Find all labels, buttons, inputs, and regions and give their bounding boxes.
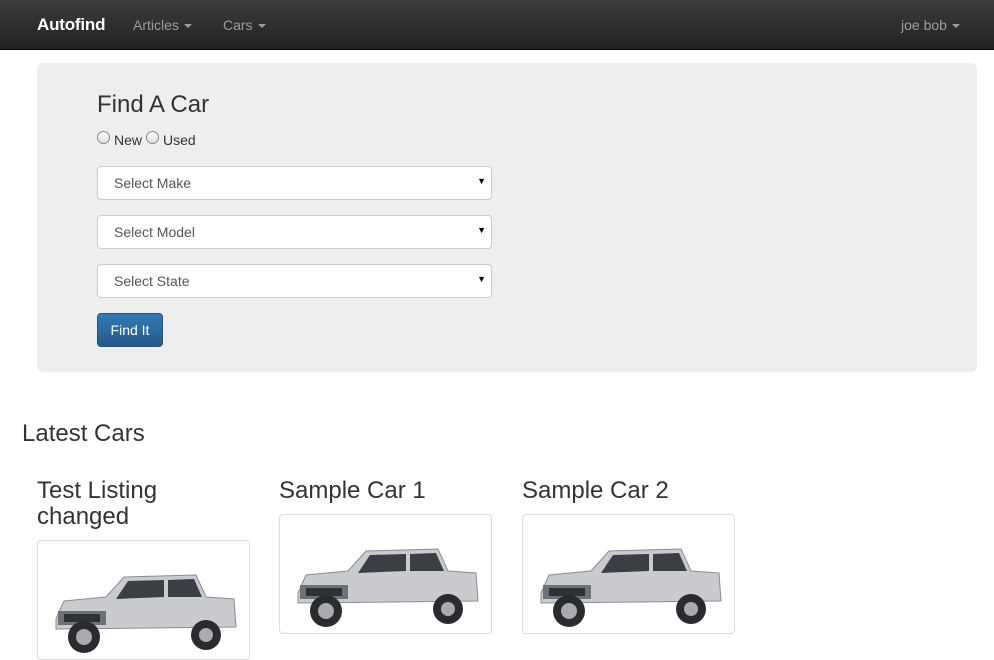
nav-cars-dropdown[interactable]: Cars — [223, 17, 266, 33]
car-thumbnail[interactable] — [522, 514, 735, 634]
car-card: Test Listing changed — [37, 478, 250, 660]
make-select-value: Select Make — [114, 175, 192, 191]
caret-down-icon — [183, 24, 192, 29]
user-menu-dropdown[interactable]: joe bob — [901, 17, 960, 33]
radio-used-label[interactable]: Used — [163, 132, 196, 148]
radio-new[interactable] — [97, 130, 110, 144]
model-select-value: Select Model — [114, 224, 195, 240]
car-thumbnail[interactable] — [37, 540, 250, 660]
car-title[interactable]: Test Listing changed — [37, 478, 250, 530]
pickup-truck-image — [297, 548, 479, 627]
top-navbar: Autofind Articles Cars joe bob — [0, 0, 994, 50]
make-select[interactable]: Select Make ▼ — [97, 166, 492, 200]
nav-cars-label: Cars — [223, 17, 253, 33]
car-card: Sample Car 1 — [279, 478, 492, 634]
brand-link[interactable]: Autofind — [37, 15, 105, 35]
nav-articles-dropdown[interactable]: Articles — [133, 17, 192, 33]
model-select[interactable]: Select Model ▼ — [97, 215, 492, 249]
dropdown-arrow-icon: ▼ — [477, 225, 486, 235]
caret-down-icon — [951, 24, 960, 29]
car-card: Sample Car 2 — [522, 478, 735, 634]
latest-cars-heading: Latest Cars — [22, 420, 145, 447]
search-panel: Find A Car New Used Select Make ▼ Select… — [37, 63, 977, 372]
pickup-truck-image — [55, 574, 237, 653]
user-name: joe bob — [901, 17, 947, 33]
search-title: Find A Car — [97, 91, 210, 118]
condition-radio-group: New Used — [97, 130, 200, 148]
dropdown-arrow-icon: ▼ — [477, 274, 486, 284]
car-thumbnail[interactable] — [279, 514, 492, 634]
caret-down-icon — [257, 24, 266, 29]
radio-used[interactable] — [146, 130, 160, 144]
radio-new-label[interactable]: New — [114, 132, 142, 148]
find-it-button[interactable]: Find It — [97, 313, 163, 347]
car-title[interactable]: Sample Car 2 — [522, 478, 735, 504]
state-select-value: Select State — [114, 273, 190, 289]
dropdown-arrow-icon: ▼ — [477, 176, 486, 186]
pickup-truck-image — [540, 548, 722, 627]
nav-articles-label: Articles — [133, 17, 179, 33]
state-select[interactable]: Select State ▼ — [97, 264, 492, 298]
car-title[interactable]: Sample Car 1 — [279, 478, 492, 504]
